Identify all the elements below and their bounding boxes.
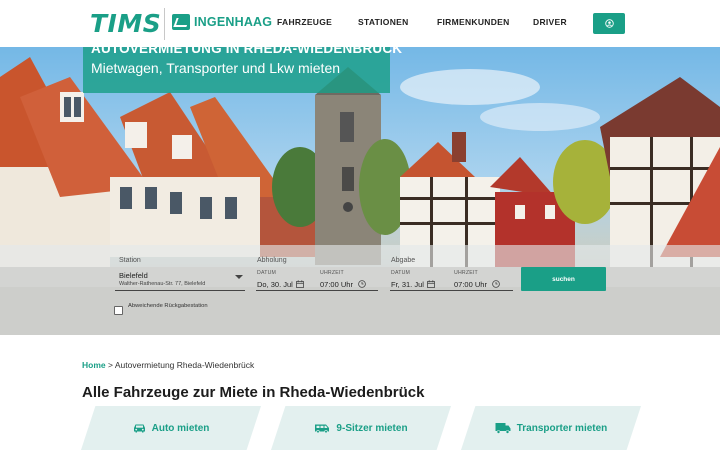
clock-icon[interactable] bbox=[492, 280, 500, 288]
booking-form: Station Bielefeld Walther-Rathenau-Str. … bbox=[0, 245, 720, 335]
calendar-icon[interactable] bbox=[296, 280, 304, 288]
category-car-label: Auto mieten bbox=[151, 422, 210, 434]
category-9-seater-label: 9-Sitzer mieten bbox=[336, 422, 408, 434]
different-return-label: Abweichende Rückgabestation bbox=[128, 303, 208, 309]
category-car-button[interactable]: Auto mieten bbox=[81, 406, 261, 450]
return-time-input[interactable]: 07:00 Uhr bbox=[454, 280, 487, 289]
nav-stationen[interactable]: STATIONEN bbox=[358, 17, 409, 27]
station-label: Station bbox=[119, 257, 141, 264]
pickup-label: Abholung bbox=[257, 257, 287, 264]
partner-logo-icon bbox=[172, 14, 190, 30]
category-transporter-button[interactable]: Transporter mieten bbox=[461, 406, 641, 450]
station-select[interactable]: Bielefeld bbox=[119, 271, 148, 280]
chevron-down-icon[interactable] bbox=[235, 275, 243, 279]
partner-name: INGENHAAG bbox=[194, 15, 273, 29]
breadcrumb: Home > Autovermietung Rheda-Wiedenbrück bbox=[82, 360, 254, 370]
hero-section: AUTOVERMIETUNG IN RHEDA-WIEDENBRÜCK Miet… bbox=[0, 47, 720, 335]
user-icon bbox=[604, 19, 614, 28]
site-header: TIMS INGENHAAG FAHRZEUGE STATIONEN FIRME… bbox=[0, 0, 720, 47]
station-address: Walther-Rathenau-Str. 77, Bielefeld bbox=[119, 281, 206, 287]
nav-firmenkunden[interactable]: FIRMENKUNDEN bbox=[437, 17, 510, 27]
search-button[interactable]: suchen bbox=[521, 267, 606, 291]
tims-logo[interactable]: TIMS bbox=[90, 9, 161, 38]
station-underline bbox=[115, 290, 245, 291]
pickup-date-label: DATUM bbox=[257, 270, 277, 276]
hero-title: AUTOVERMIETUNG IN RHEDA-WIEDENBRÜCK bbox=[91, 47, 403, 56]
pickup-time-input[interactable]: 07:00 Uhr bbox=[320, 280, 353, 289]
nav-driver[interactable]: DRIVER bbox=[533, 17, 567, 27]
return-label: Abgabe bbox=[391, 257, 416, 264]
partner-logo[interactable]: INGENHAAG bbox=[172, 14, 272, 30]
page-title: Alle Fahrzeuge zur Miete in Rheda-Wieden… bbox=[82, 384, 425, 401]
clock-icon[interactable] bbox=[358, 280, 366, 288]
return-date-input[interactable]: Fr, 31. Jul bbox=[391, 280, 424, 289]
return-time-label: UHRZEIT bbox=[454, 270, 478, 276]
nav-fahrzeuge[interactable]: FAHRZEUGE bbox=[277, 17, 332, 27]
return-date-label: DATUM bbox=[391, 270, 411, 276]
pickup-time-label: UHRZEIT bbox=[320, 270, 344, 276]
pickup-date-input[interactable]: Do, 30. Jul bbox=[257, 280, 293, 289]
return-underline bbox=[390, 290, 513, 291]
logo-divider bbox=[164, 8, 165, 40]
van-icon bbox=[315, 424, 330, 433]
account-button[interactable] bbox=[593, 13, 625, 34]
truck-icon bbox=[495, 423, 511, 434]
hero-banner: AUTOVERMIETUNG IN RHEDA-WIEDENBRÜCK Miet… bbox=[83, 47, 402, 93]
car-icon bbox=[133, 424, 145, 433]
breadcrumb-separator: > bbox=[108, 360, 113, 370]
breadcrumb-current: Autovermietung Rheda-Wiedenbrück bbox=[114, 360, 255, 370]
hero-subtitle: Mietwagen, Transporter und Lkw mieten bbox=[91, 60, 341, 76]
different-return-checkbox[interactable] bbox=[114, 306, 123, 315]
category-9-seater-button[interactable]: 9-Sitzer mieten bbox=[271, 406, 451, 450]
calendar-icon[interactable] bbox=[427, 280, 435, 288]
breadcrumb-home-link[interactable]: Home bbox=[82, 360, 106, 370]
pickup-underline bbox=[256, 290, 378, 291]
category-transporter-label: Transporter mieten bbox=[516, 422, 608, 434]
